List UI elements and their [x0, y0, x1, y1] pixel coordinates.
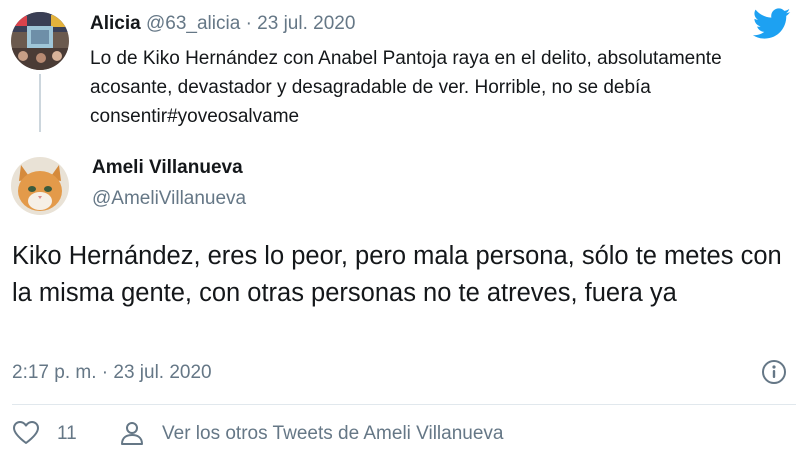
twitter-bird-icon[interactable] [752, 8, 791, 40]
reply-avatar-image [11, 12, 69, 70]
author-name[interactable]: Ameli Villanueva [92, 155, 243, 181]
more-tweets-link[interactable]: Ver los otros Tweets de Ameli Villanueva [162, 421, 504, 447]
tweet-text: Kiko Hernández, eres lo peor, pero mala … [12, 242, 782, 307]
reply-author-handle[interactable]: @63_alicia [146, 13, 240, 34]
divider [12, 404, 796, 405]
reply-author-name[interactable]: Alicia [90, 13, 141, 34]
heart-icon[interactable] [12, 420, 40, 446]
author-avatar-image [11, 157, 69, 215]
reply-date[interactable]: 23 jul. 2020 [257, 13, 355, 34]
reply-separator: · [245, 13, 252, 34]
tweet-timestamp[interactable]: 2:17 p. m. · 23 jul. 2020 [12, 360, 212, 386]
person-icon[interactable] [119, 420, 145, 446]
reply-text: Lo de Kiko Hernández con Anabel Pantoja … [90, 48, 722, 127]
author-avatar[interactable] [11, 157, 69, 215]
reply-header: Alicia @63_alicia · 23 jul. 2020 [90, 12, 355, 36]
reply-avatar[interactable] [11, 12, 69, 70]
like-count[interactable]: 11 [57, 421, 77, 447]
info-icon[interactable] [761, 359, 787, 385]
author-handle[interactable]: @AmeliVillanueva [92, 186, 246, 212]
thread-line [39, 74, 41, 132]
